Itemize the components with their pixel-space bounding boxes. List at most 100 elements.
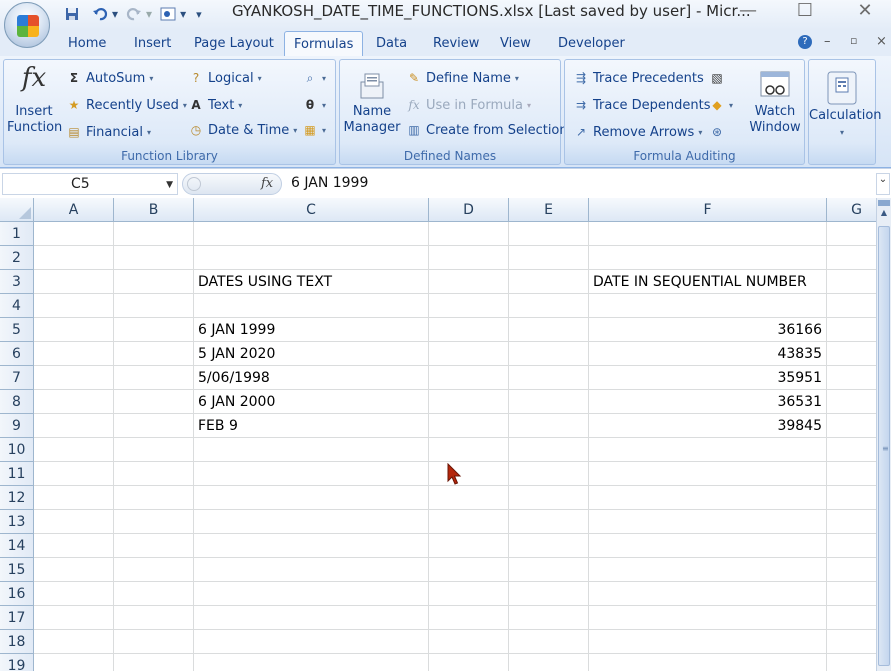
scroll-up-icon[interactable]: ▲ — [878, 208, 890, 222]
create-from-selection-button[interactable]: ▥ Create from Selection — [406, 122, 567, 138]
tab-developer[interactable]: Developer — [558, 36, 625, 51]
remove-arrows-button[interactable]: ↗ Remove Arrows ▾ — [573, 124, 702, 140]
redo-icon[interactable] — [126, 6, 142, 22]
expand-formula-bar-icon[interactable]: ⌄ — [876, 173, 890, 195]
maximize-button[interactable]: ☐ — [790, 0, 820, 21]
column-header-c[interactable]: C — [194, 198, 429, 222]
watch-window-button[interactable]: Watch Window — [747, 70, 803, 136]
gridline-vertical — [113, 222, 114, 671]
column-header-b[interactable]: B — [114, 198, 194, 222]
row-header-10[interactable]: 10 — [0, 438, 34, 462]
math-trig-button[interactable]: θ ▾ — [302, 97, 326, 113]
ribbon-restore-icon[interactable]: ▫ — [850, 34, 857, 47]
customize-qat-icon[interactable]: ▾ — [196, 8, 202, 21]
insert-function-fx-icon[interactable]: fx — [261, 176, 273, 191]
save-icon[interactable] — [64, 6, 80, 22]
tab-insert[interactable]: Insert — [134, 36, 171, 51]
financial-button[interactable]: ▤ Financial ▾ — [66, 124, 151, 140]
text-button[interactable]: A Text ▾ — [188, 97, 242, 113]
tab-review[interactable]: Review — [433, 36, 479, 51]
cell-c3[interactable]: DATES USING TEXT — [198, 270, 332, 294]
ribbon-close-icon[interactable]: × — [876, 34, 887, 49]
split-box[interactable] — [878, 200, 890, 206]
row-header-3[interactable]: 3 — [0, 270, 34, 294]
tab-page-layout[interactable]: Page Layout — [194, 36, 274, 51]
row-header-1[interactable]: 1 — [0, 222, 34, 246]
trace-dependents-button[interactable]: ⇉ Trace Dependents — [573, 97, 711, 113]
defined-names-group: Name Manager ✎ Define Name ▾ fx Use in Fo… — [339, 59, 568, 165]
row-header-8[interactable]: 8 — [0, 390, 34, 414]
row-header-16[interactable]: 16 — [0, 582, 34, 606]
minimize-button[interactable]: — — [733, 0, 763, 21]
row-header-12[interactable]: 12 — [0, 486, 34, 510]
cell-c9[interactable]: FEB 9 — [198, 414, 238, 438]
cell-f3[interactable]: DATE IN SEQUENTIAL NUMBER — [593, 270, 807, 294]
form-control-dropdown-icon[interactable]: ▾ — [180, 7, 186, 21]
cell-f8[interactable]: 36531 — [589, 390, 822, 414]
column-header-f[interactable]: F — [589, 198, 827, 222]
tab-data[interactable]: Data — [376, 36, 407, 51]
undo-icon[interactable] — [92, 6, 108, 22]
worksheet-grid[interactable]: A B C D E F G 1 2 3 4 5 6 7 8 9 10 11 12 13 14 15 16 17 18 19 DATE… — [0, 198, 876, 671]
scroll-thumb[interactable]: ≡ — [878, 226, 890, 666]
formula-input[interactable]: 6 JAN 1999 — [291, 175, 368, 191]
undo-dropdown-icon[interactable]: ▾ — [112, 7, 118, 21]
name-manager-button[interactable]: Name Manager — [343, 70, 401, 136]
use-in-formula-button[interactable]: fx Use in Formula ▾ — [406, 97, 531, 113]
cell-c5[interactable]: 6 JAN 1999 — [198, 318, 275, 342]
row-header-4[interactable]: 4 — [0, 294, 34, 318]
row-header-7[interactable]: 7 — [0, 366, 34, 390]
gridline-vertical — [508, 222, 509, 671]
define-name-button[interactable]: ✎ Define Name ▾ — [406, 70, 519, 86]
logical-button[interactable]: ? Logical ▾ — [188, 70, 262, 86]
row-header-2[interactable]: 2 — [0, 246, 34, 270]
cell-f7[interactable]: 35951 — [589, 366, 822, 390]
trace-precedents-button[interactable]: ⇶ Trace Precedents — [573, 70, 704, 86]
redo-dropdown-icon[interactable]: ▾ — [146, 7, 152, 21]
tab-home[interactable]: Home — [68, 36, 106, 51]
show-formulas-button[interactable]: ▧ — [709, 70, 725, 86]
evaluate-formula-button[interactable]: ⊛ — [709, 124, 725, 140]
column-header-d[interactable]: D — [429, 198, 509, 222]
autosum-button[interactable]: Σ AutoSum ▾ — [66, 70, 153, 86]
column-header-g[interactable]: G — [827, 198, 876, 222]
vertical-scrollbar[interactable]: ▲ ≡ — [876, 198, 891, 671]
row-header-9[interactable]: 9 — [0, 414, 34, 438]
help-icon[interactable]: ? — [798, 35, 812, 49]
insert-function-button[interactable]: fx Insert Function — [7, 65, 62, 136]
name-box-dropdown-icon[interactable]: ▼ — [166, 180, 173, 190]
date-time-button[interactable]: ◷ Date & Time ▾ — [188, 122, 298, 138]
ribbon-minimize-icon[interactable]: – — [824, 34, 831, 49]
office-button[interactable] — [4, 2, 50, 48]
text-icon: A — [191, 98, 201, 112]
tab-view[interactable]: View — [500, 36, 531, 51]
lookup-reference-button[interactable]: ⌕ ▾ — [302, 70, 326, 86]
name-box[interactable]: C5 ▼ — [2, 173, 178, 195]
row-header-11[interactable]: 11 — [0, 462, 34, 486]
row-header-19[interactable]: 19 — [0, 654, 34, 671]
select-all-button[interactable] — [0, 198, 34, 222]
recently-used-button[interactable]: ★ Recently Used ▾ — [66, 97, 187, 113]
tab-formulas[interactable]: Formulas — [284, 31, 364, 57]
cell-c6[interactable]: 5 JAN 2020 — [198, 342, 275, 366]
row-header-17[interactable]: 17 — [0, 606, 34, 630]
cell-c8[interactable]: 6 JAN 2000 — [198, 390, 275, 414]
more-functions-button[interactable]: ▦ ▾ — [302, 122, 326, 138]
row-header-14[interactable]: 14 — [0, 534, 34, 558]
row-header-6[interactable]: 6 — [0, 342, 34, 366]
column-header-e[interactable]: E — [509, 198, 589, 222]
row-header-18[interactable]: 18 — [0, 630, 34, 654]
error-checking-button[interactable]: ◆ ▾ — [709, 97, 733, 113]
cell-f6[interactable]: 43835 — [589, 342, 822, 366]
row-header-15[interactable]: 15 — [0, 558, 34, 582]
cell-f5[interactable]: 36166 — [589, 318, 822, 342]
close-button[interactable]: ✕ — [850, 0, 880, 21]
calculation-button[interactable]: Calculation ▾ — [809, 70, 882, 141]
row-header-13[interactable]: 13 — [0, 510, 34, 534]
show-formulas-icon: ▧ — [711, 71, 723, 85]
column-header-a[interactable]: A — [34, 198, 114, 222]
form-control-icon[interactable] — [160, 6, 176, 22]
cell-c7[interactable]: 5/06/1998 — [198, 366, 270, 390]
row-header-5[interactable]: 5 — [0, 318, 34, 342]
cell-f9[interactable]: 39845 — [589, 414, 822, 438]
